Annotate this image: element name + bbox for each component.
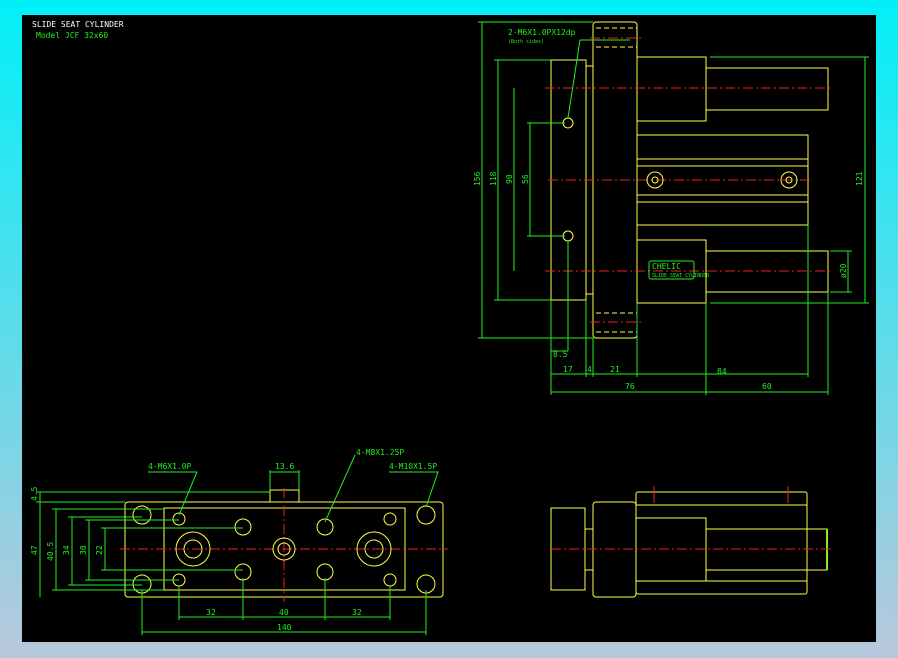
svg-text:60: 60 (762, 382, 772, 391)
svg-text:32: 32 (206, 608, 216, 617)
svg-text:140: 140 (277, 623, 292, 632)
svg-text:4-M8X1.25P: 4-M8X1.25P (356, 448, 404, 457)
side-leader-note: (Both sides) (508, 39, 544, 45)
svg-text:47: 47 (30, 545, 39, 555)
svg-text:34: 34 (62, 545, 71, 555)
svg-text:76: 76 (625, 382, 635, 391)
bottom-view: 4-M6X1.0P 4-M8X1.25P 4-M10X1.5P 13.6 4.5… (30, 448, 448, 635)
svg-text:121: 121 (855, 171, 864, 186)
svg-text:ø20: ø20 (839, 263, 848, 278)
model-label: Model JCF 32x60 (36, 31, 108, 40)
svg-text:84: 84 (717, 367, 727, 376)
cad-drawing: SLIDE SEAT CYLINDER Model JCF 32x60 CHEL… (30, 20, 869, 635)
svg-text:17: 17 (563, 365, 573, 374)
side-leader-label: 2-M6X1.0PX12dp (508, 28, 576, 37)
svg-text:56: 56 (521, 174, 530, 184)
svg-text:30: 30 (79, 545, 88, 555)
svg-text:4-M6X1.0P: 4-M6X1.0P (148, 462, 192, 471)
svg-text:CHELIC: CHELIC (652, 262, 681, 271)
svg-text:22: 22 (95, 545, 104, 555)
end-view (550, 486, 832, 598)
svg-text:8.5: 8.5 (553, 350, 568, 359)
svg-text:4: 4 (587, 365, 592, 374)
drawing-title: SLIDE SEAT CYLINDER (32, 20, 124, 29)
svg-text:SLIDE SEAT CYLINDER: SLIDE SEAT CYLINDER (652, 273, 710, 279)
svg-text:156: 156 (473, 171, 482, 186)
svg-text:4-M10X1.5P: 4-M10X1.5P (389, 462, 437, 471)
svg-text:118: 118 (489, 171, 498, 186)
svg-text:13.6: 13.6 (275, 462, 294, 471)
svg-text:40: 40 (279, 608, 289, 617)
svg-text:40.5: 40.5 (46, 542, 55, 561)
svg-text:90: 90 (505, 174, 514, 184)
svg-text:21: 21 (610, 365, 620, 374)
side-view: CHELIC SLIDE SEAT CYLINDER 2-M6X1.0PX12d… (473, 21, 869, 395)
svg-text:4.5: 4.5 (30, 486, 39, 501)
svg-text:32: 32 (352, 608, 362, 617)
